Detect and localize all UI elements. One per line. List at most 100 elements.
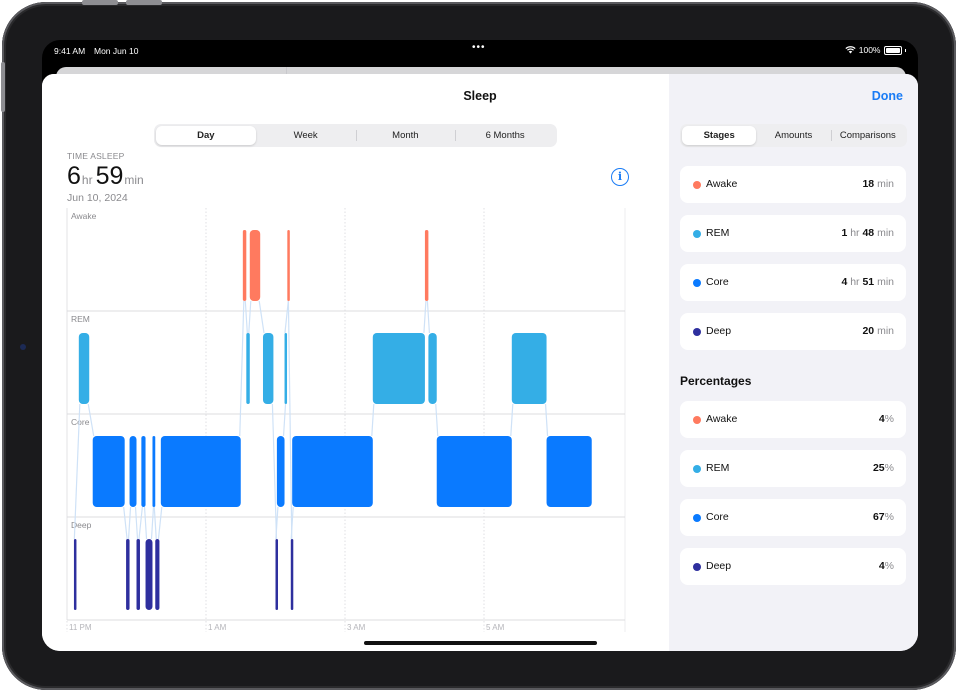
stage-color-dot-icon <box>693 279 701 287</box>
details-pane: Stages Amounts Comparisons Awake 18 min RE… <box>669 74 918 651</box>
stage-transition-connector <box>544 403 549 437</box>
sleep-segment-bar-core <box>276 436 285 507</box>
stage-color-dot-icon <box>693 230 701 238</box>
stage-duration: 1 hr 48 min <box>841 227 894 239</box>
percentage-card-rem[interactable]: REM 25% <box>680 450 906 487</box>
stage-color-dot-icon <box>693 465 701 473</box>
stage-color-dot-icon <box>693 563 701 571</box>
sleep-segment-bar-core <box>160 436 241 507</box>
stage-duration: 4 hr 51 min <box>841 276 894 288</box>
sleep-segment-bar-rem <box>428 333 437 404</box>
sleep-segment-bar-core <box>292 436 373 507</box>
battery-icon <box>883 45 902 55</box>
sleep-segment-bar-deep <box>155 539 160 610</box>
percentages-title: Percentages <box>680 374 752 388</box>
stage-transition-connector <box>510 403 514 437</box>
sleep-segment-bar-rem <box>262 333 274 404</box>
tab-stages[interactable]: Stages <box>682 126 757 145</box>
stage-transition-connector <box>282 403 287 437</box>
stage-transition-connector <box>248 300 252 334</box>
stage-percentage: 4% <box>878 413 894 425</box>
stage-card-awake[interactable]: Awake 18 min <box>680 166 906 203</box>
stage-label: Deep <box>706 325 732 337</box>
volume-button <box>82 0 118 5</box>
stage-label: Core <box>706 511 729 523</box>
sleep-segment-bar-deep <box>145 539 153 610</box>
sleep-segment-bar-rem <box>284 333 288 404</box>
volume-button <box>126 0 162 5</box>
stage-color-dot-icon <box>693 514 701 522</box>
stage-transition-connector <box>143 506 148 540</box>
sleep-segment-bar-rem <box>511 333 547 404</box>
stage-transition-connector <box>153 506 157 540</box>
detail-segmented-control: Stages Amounts Comparisons <box>680 124 907 147</box>
stage-percentage: 4% <box>878 560 894 572</box>
status-time: 9:41 AM <box>54 46 86 56</box>
stage-transition-connector <box>150 506 155 540</box>
percentage-card-deep[interactable]: Deep 4% <box>680 548 906 585</box>
sleep-segment-bar-awake <box>424 230 429 301</box>
percentage-card-awake[interactable]: Awake 4% <box>680 401 906 438</box>
stage-transition-connector <box>258 300 265 334</box>
stage-row-label: Core <box>71 417 90 427</box>
percentage-card-core[interactable]: Core 67% <box>680 499 906 536</box>
stage-transition-connector <box>123 506 128 540</box>
stage-transition-connector <box>287 300 293 540</box>
stage-percentage: 67% <box>872 511 894 523</box>
stage-transition-connector <box>134 506 139 540</box>
status-date: Mon Jun 10 <box>94 46 139 56</box>
stage-transition-connector <box>138 506 143 540</box>
stage-label: Deep <box>706 560 732 572</box>
sleep-segment-bar-awake <box>287 230 290 301</box>
side-button <box>1 62 5 112</box>
stage-label: Awake <box>706 178 738 190</box>
screen: 9:41 AM Mon Jun 10 ••• 100% Day Week Mon… <box>42 40 918 651</box>
tab-amounts[interactable]: Amounts <box>756 126 830 145</box>
stage-row-label: REM <box>71 314 90 324</box>
tab-comparisons[interactable]: Comparisons <box>830 126 905 145</box>
x-tick-label: 3 AM <box>347 623 366 632</box>
stage-transition-connector <box>423 300 427 334</box>
x-tick-label: 11 PM <box>69 623 92 632</box>
page-title: Sleep <box>463 89 497 103</box>
stage-percentage: 25% <box>872 462 894 474</box>
wifi-icon <box>845 46 856 54</box>
sleep-segment-bar-deep <box>126 539 130 610</box>
done-button[interactable]: Done <box>872 89 903 103</box>
sleep-segment-bar-core <box>129 436 137 507</box>
sleep-segment-bar-deep <box>275 539 278 610</box>
stage-card-core[interactable]: Core 4 hr 51 min <box>680 264 906 301</box>
stage-color-dot-icon <box>693 328 701 336</box>
stage-transition-connector <box>127 506 132 540</box>
sleep-segment-bar-awake <box>242 230 247 301</box>
stage-transition-connector <box>239 300 245 437</box>
sleep-segment-bar-core <box>546 436 592 507</box>
stage-transition-connector <box>244 300 248 334</box>
stage-label: REM <box>706 227 730 239</box>
x-tick-label: 5 AM <box>486 623 505 632</box>
multitasking-dots-icon[interactable]: ••• <box>472 42 486 53</box>
sleep-segment-bar-deep <box>136 539 140 610</box>
chart-pane: Day Week Month 6 Months TIME ASLEEP 6hr 5… <box>42 74 669 651</box>
stage-transition-connector <box>371 403 375 437</box>
stage-transition-connector <box>284 300 289 334</box>
stage-duration: 20 min <box>862 325 894 337</box>
stage-transition-connector <box>426 300 430 334</box>
stage-card-rem[interactable]: REM 1 hr 48 min <box>680 215 906 252</box>
stage-color-dot-icon <box>693 181 701 189</box>
stage-row-label: Deep <box>71 520 92 530</box>
sleep-segment-bar-awake <box>249 230 261 301</box>
sleep-segment-bar-core <box>141 436 146 507</box>
stage-color-dot-icon <box>693 416 701 424</box>
stage-duration: 18 min <box>862 178 894 190</box>
sleep-segment-bar-deep <box>73 539 77 610</box>
sleep-segment-bar-deep <box>290 539 294 610</box>
stage-label: Awake <box>706 413 738 425</box>
sleep-segment-bar-rem <box>372 333 425 404</box>
stage-label: REM <box>706 462 730 474</box>
home-indicator[interactable] <box>364 641 597 645</box>
sleep-segment-bar-rem <box>78 333 90 404</box>
stage-transition-connector <box>157 506 163 540</box>
stage-card-deep[interactable]: Deep 20 min <box>680 313 906 350</box>
stage-label: Core <box>706 276 729 288</box>
